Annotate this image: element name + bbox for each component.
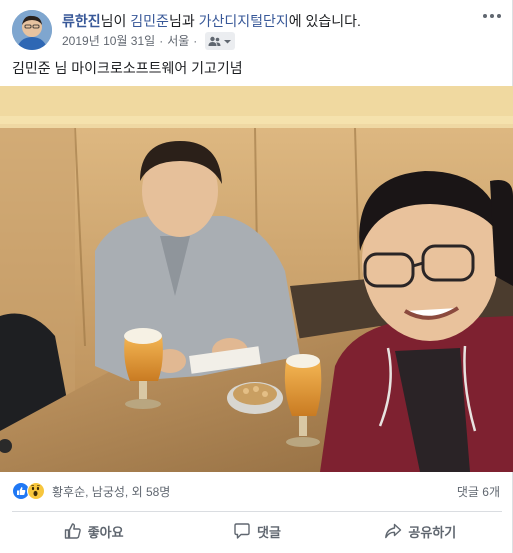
more-options-icon[interactable] (482, 10, 502, 26)
comment-icon (234, 523, 250, 539)
like-label: 좋아요 (87, 524, 124, 540)
post-photo[interactable] (0, 86, 513, 472)
thumbs-up-icon (64, 523, 81, 539)
reaction-icons[interactable] (12, 482, 45, 500)
post-date[interactable]: 2019년 10월 31일 (62, 32, 155, 50)
post-headline: 류한진님이 김민준님과 가산디지털단지에 있습니다. (62, 12, 361, 30)
author-name[interactable]: 류한진 (62, 13, 101, 29)
at-suffix: 에 있습니다. (288, 13, 361, 29)
reactions-bar: 황후순, 남궁성, 외 58명 댓글 6개 (12, 481, 502, 501)
share-label: 공유하기 (408, 524, 457, 540)
with-prefix: 님이 (100, 13, 131, 29)
post-meta: 2019년 10월 31일 · 서울 · (62, 32, 236, 50)
author-avatar[interactable] (12, 10, 52, 50)
place-link[interactable]: 가산디지털단지 (199, 13, 289, 29)
post-actions: 좋아요 댓글 공유하기 (12, 514, 502, 548)
chevron-down-icon (224, 39, 232, 43)
comment-button[interactable]: 댓글 (175, 514, 338, 548)
wow-icon (27, 482, 45, 500)
post-header: 류한진님이 김민준님과 가산디지털단지에 있습니다. 2019년 10월 31일… (12, 10, 502, 52)
audience-selector[interactable] (205, 32, 236, 50)
post-caption: 김민준 님 마이크로소프트웨어 기고기념 (12, 60, 243, 76)
meta-separator: · (193, 34, 198, 48)
friends-icon (208, 36, 221, 46)
post-card: 류한진님이 김민준님과 가산디지털단지에 있습니다. 2019년 10월 31일… (0, 0, 513, 553)
comment-label: 댓글 (257, 524, 281, 540)
share-icon (385, 523, 402, 539)
at-prefix: 님과 (168, 13, 199, 29)
reaction-summary[interactable]: 황후순, 남궁성, 외 58명 (52, 483, 170, 500)
share-button[interactable]: 공유하기 (339, 514, 502, 548)
like-button[interactable]: 좋아요 (12, 514, 175, 548)
meta-separator: · (159, 34, 164, 48)
divider (12, 511, 502, 512)
comment-count[interactable]: 댓글 6개 (457, 483, 500, 500)
post-location[interactable]: 서울 (167, 32, 189, 50)
tagged-person[interactable]: 김민준 (130, 13, 169, 29)
